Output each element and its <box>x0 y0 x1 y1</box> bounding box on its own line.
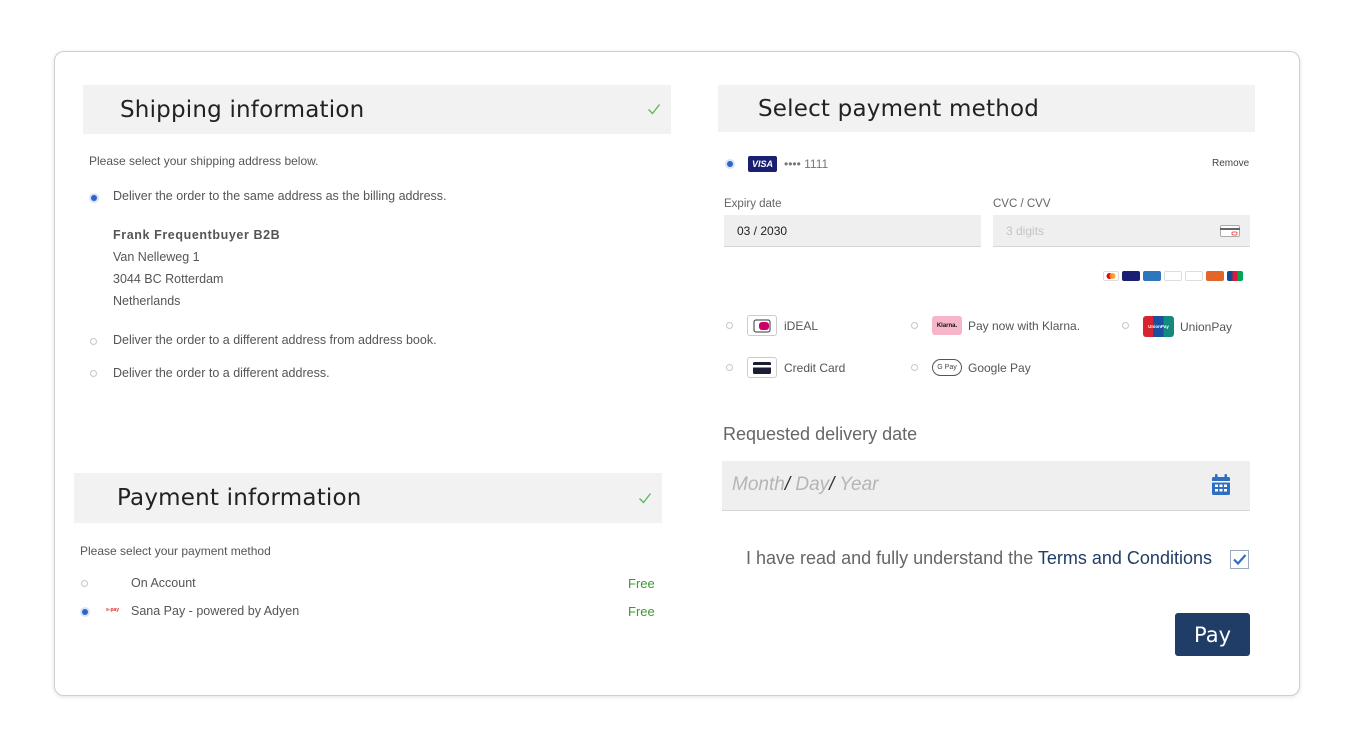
select-payment-title: Select payment method <box>758 95 1040 122</box>
shipping-option-label[interactable]: Deliver the order to a different address… <box>113 366 330 380</box>
unionpay-label[interactable]: UnionPay <box>1180 320 1232 334</box>
jcb-icon <box>1227 271 1243 281</box>
ideal-label[interactable]: iDEAL <box>784 319 818 333</box>
remove-card-link[interactable]: Remove <box>1212 158 1249 169</box>
discover-icon <box>1185 271 1203 281</box>
check-icon <box>648 104 661 115</box>
expiry-field[interactable]: 03 / 2030 <box>724 215 981 247</box>
day-input[interactable]: Day <box>795 474 829 495</box>
pay-button[interactable]: Pay <box>1175 613 1250 656</box>
address-country: Netherlands <box>113 294 181 308</box>
cvc-card-icon <box>1220 225 1240 237</box>
unionpay-radio[interactable] <box>1122 322 1129 329</box>
payment-method-price: Free <box>628 576 655 591</box>
delivery-date-field[interactable]: Month/ Day/ Year <box>722 461 1250 511</box>
address-name: Frank Frequentbuyer B2B <box>113 228 281 242</box>
sana-pay-icon: s-pay <box>106 607 120 613</box>
cvc-label: CVC / CVV <box>993 198 1051 210</box>
shipping-title: Shipping information <box>120 96 365 123</box>
shipping-header[interactable]: Shipping information <box>83 85 671 134</box>
shipping-option-label[interactable]: Deliver the order to the same address as… <box>113 189 447 203</box>
payment-info-title: Payment information <box>117 485 362 511</box>
shipping-option-label[interactable]: Deliver the order to a different address… <box>113 333 437 347</box>
payment-method-label[interactable]: On Account <box>131 576 196 590</box>
visa-icon: VISA <box>748 156 777 172</box>
shipping-option-radio[interactable] <box>91 195 97 201</box>
diners-icon <box>1164 271 1182 281</box>
expiry-value: 03 / 2030 <box>737 224 788 238</box>
expiry-label: Expiry date <box>724 198 782 210</box>
credit-card-label[interactable]: Credit Card <box>784 361 845 375</box>
month-input[interactable]: Month <box>732 474 785 495</box>
klarna-icon: Klarna. <box>932 316 962 335</box>
terms-text: I have read and fully understand the <box>746 548 1034 568</box>
credit-card-icon <box>747 357 777 378</box>
payment-method-price: Free <box>628 604 655 619</box>
check-icon <box>639 493 652 504</box>
saved-card-radio[interactable] <box>727 161 733 167</box>
payment-method-radio[interactable] <box>81 580 88 587</box>
delivery-date-label: Requested delivery date <box>723 424 918 444</box>
address-city: 3044 BC Rotterdam <box>113 272 224 286</box>
google-pay-icon: G Pay <box>932 359 962 376</box>
mastercard-icon <box>1103 271 1119 281</box>
billing-address: Frank Frequentbuyer B2B Van Nelleweg 1 3… <box>113 224 280 312</box>
calendar-icon[interactable] <box>1211 474 1231 496</box>
accepted-brands <box>1100 271 1243 281</box>
payment-method-radio[interactable] <box>82 609 88 615</box>
unionpay-icon: UnionPay <box>1143 316 1174 337</box>
maestro-icon <box>1206 271 1224 281</box>
year-input[interactable]: Year <box>839 474 878 495</box>
payment-info-header[interactable]: Payment information <box>74 473 662 523</box>
klarna-radio[interactable] <box>911 322 918 329</box>
select-payment-header: Select payment method <box>718 85 1255 132</box>
ideal-radio[interactable] <box>726 322 733 329</box>
date-separator: / <box>829 474 835 495</box>
shipping-prompt: Please select your shipping address belo… <box>89 154 319 168</box>
saved-card-number: •••• 1111 <box>784 157 829 171</box>
cvc-placeholder: 3 digits <box>1006 224 1045 238</box>
payment-info-prompt: Please select your payment method <box>80 544 271 558</box>
terms-link[interactable]: Terms and Conditions <box>1038 548 1212 568</box>
payment-method-label[interactable]: Sana Pay - powered by Adyen <box>131 604 299 618</box>
terms-row: I have read and fully understand the Ter… <box>746 548 1212 569</box>
google-pay-label[interactable]: Google Pay <box>968 361 1031 375</box>
address-street: Van Nelleweg 1 <box>113 250 200 264</box>
klarna-label[interactable]: Pay now with Klarna. <box>968 319 1080 333</box>
date-separator: / <box>784 474 791 495</box>
cvc-field[interactable]: 3 digits <box>993 215 1250 247</box>
visa-icon <box>1122 271 1140 281</box>
ideal-icon <box>747 315 777 336</box>
amex-icon <box>1143 271 1161 281</box>
credit-card-radio[interactable] <box>726 364 733 371</box>
terms-checkbox[interactable] <box>1230 550 1249 569</box>
checkout-card: Shipping information Please select your … <box>54 51 1300 696</box>
shipping-option-radio[interactable] <box>90 370 97 377</box>
shipping-option-radio[interactable] <box>90 338 97 345</box>
google-pay-radio[interactable] <box>911 364 918 371</box>
